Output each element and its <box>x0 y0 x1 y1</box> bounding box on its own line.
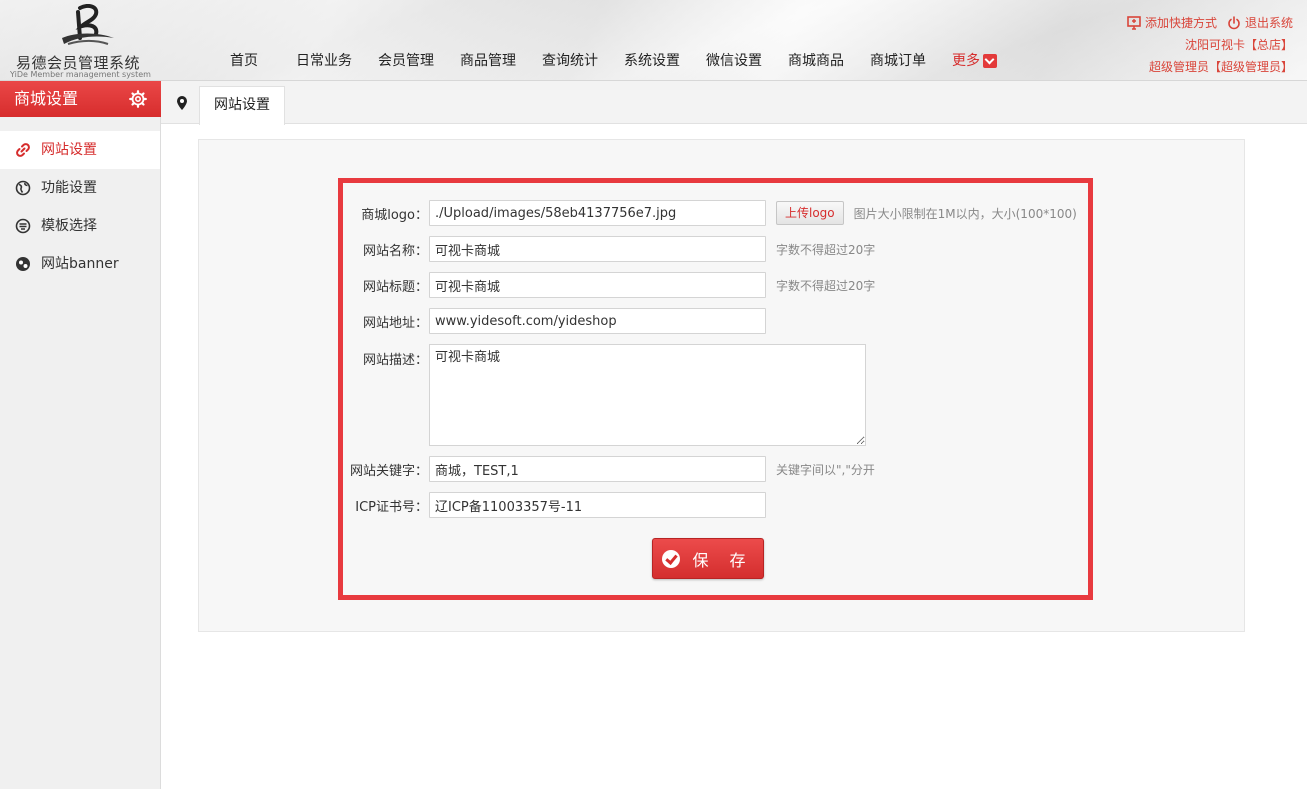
current-store[interactable]: 沈阳可视卡【总店】 <box>1127 34 1293 56</box>
site-settings-form: 商城logo： 上传logo 图片大小限制在1M以内，大小(100*100) 网… <box>338 178 1093 600</box>
site-url-input[interactable] <box>429 308 766 334</box>
sidebar-item-label: 网站设置 <box>41 142 97 158</box>
logout-link[interactable]: 退出系统 <box>1227 12 1293 34</box>
icp-input[interactable] <box>429 492 766 518</box>
keywords-label: 网站关键字： <box>349 463 428 479</box>
site-name-label: 网站名称： <box>362 243 428 259</box>
nav-item-query-statistics[interactable]: 查询统计 <box>542 50 598 72</box>
location-pin-icon <box>177 96 187 110</box>
sidebar-header: 商城设置 <box>0 81 161 117</box>
sidebar-item-function-settings[interactable]: 功能设置 <box>0 169 160 207</box>
chevron-down-icon <box>983 54 997 68</box>
add-shortcut-label: 添加快捷方式 <box>1144 16 1217 30</box>
nav-item-system-settings[interactable]: 系统设置 <box>624 50 680 72</box>
sidebar-menu: 网站设置 功能设置 模板选择 网站banner <box>0 131 160 283</box>
sidebar: 商城设置 网站设置 功能设置 模板选择 网站banner <box>0 81 161 789</box>
brand-logo[interactable]: 易德会员管理系统 YiDe Member management system <box>8 4 158 79</box>
gear-icon[interactable] <box>129 90 147 108</box>
sidebar-item-site-settings[interactable]: 网站设置 <box>0 131 160 169</box>
link-icon <box>16 143 30 157</box>
form-row-site-url: 网站地址： <box>343 308 766 334</box>
save-button[interactable]: 保 存 <box>652 538 764 579</box>
banner-icon <box>16 257 30 271</box>
user-info-panel: 添加快捷方式 退出系统 沈阳可视卡【总店】 超级管理员【超级管理员】 <box>1127 12 1293 78</box>
form-row-icp: ICP证书号： <box>343 492 766 518</box>
sidebar-item-label: 模板选择 <box>41 218 97 234</box>
nav-more-menu[interactable]: 更多 <box>952 50 997 72</box>
sidebar-item-template-select[interactable]: 模板选择 <box>0 207 160 245</box>
site-desc-textarea[interactable]: 可视卡商城 <box>429 344 866 446</box>
keywords-input[interactable] <box>429 456 766 482</box>
sidebar-item-label: 功能设置 <box>41 180 97 196</box>
upload-logo-button[interactable]: 上传logo <box>776 201 844 225</box>
nav-item-home[interactable]: 首页 <box>230 50 258 72</box>
logo-label: 商城logo： <box>361 207 428 223</box>
logout-label: 退出系统 <box>1244 16 1293 30</box>
save-button-label: 保 存 <box>692 550 754 570</box>
nav-item-member-management[interactable]: 会员管理 <box>378 50 434 72</box>
keywords-hint: 关键字间以","分开 <box>776 462 875 477</box>
site-title-hint: 字数不得超过20字 <box>776 278 876 293</box>
nav-item-product-management[interactable]: 商品管理 <box>460 50 516 72</box>
tab-bar: 网站设置 <box>161 81 1307 125</box>
nav-more-label: 更多 <box>952 53 980 69</box>
check-circle-icon <box>662 549 681 568</box>
nav-item-daily-business[interactable]: 日常业务 <box>296 50 352 72</box>
form-row-logo: 商城logo： 上传logo 图片大小限制在1M以内，大小(100*100) <box>343 200 1077 226</box>
nav-item-wechat-settings[interactable]: 微信设置 <box>706 50 762 72</box>
site-url-label: 网站地址： <box>362 315 428 331</box>
template-icon <box>15 218 31 234</box>
nav-item-mall-products[interactable]: 商城商品 <box>788 50 844 72</box>
brand-subtitle: YiDe Member management system <box>10 70 151 79</box>
site-name-hint: 字数不得超过20字 <box>776 242 876 257</box>
form-row-site-desc: 网站描述： 可视卡商城 <box>343 344 866 446</box>
site-name-input[interactable] <box>429 236 766 262</box>
logo-path-input[interactable] <box>429 200 766 226</box>
form-row-keywords: 网站关键字： 关键字间以","分开 <box>343 456 875 482</box>
add-shortcut-link[interactable]: 添加快捷方式 <box>1127 12 1217 34</box>
monitor-icon <box>1127 16 1141 30</box>
brand-logo-icon <box>62 4 114 45</box>
sidebar-item-site-banner[interactable]: 网站banner <box>0 245 160 283</box>
tab-site-settings[interactable]: 网站设置 <box>199 86 285 125</box>
globe-icon <box>15 180 31 196</box>
sidebar-title: 商城设置 <box>14 89 79 108</box>
form-row-site-name: 网站名称： 字数不得超过20字 <box>343 236 875 262</box>
app-header: 易德会员管理系统 YiDe Member management system 首… <box>0 0 1307 81</box>
main-nav: 首页 日常业务 会员管理 商品管理 查询统计 系统设置 微信设置 商城商品 商城… <box>212 50 997 72</box>
power-icon <box>1228 16 1240 30</box>
nav-item-mall-orders[interactable]: 商城订单 <box>870 50 926 72</box>
current-user[interactable]: 超级管理员【超级管理员】 <box>1127 56 1293 78</box>
form-row-site-title: 网站标题： 字数不得超过20字 <box>343 272 875 298</box>
site-title-input[interactable] <box>429 272 766 298</box>
site-desc-label: 网站描述： <box>362 353 428 368</box>
site-title-label: 网站标题： <box>362 279 428 295</box>
logo-hint: 图片大小限制在1M以内，大小(100*100) <box>853 206 1077 221</box>
sidebar-item-label: 网站banner <box>41 256 119 272</box>
icp-label: ICP证书号： <box>355 499 428 515</box>
